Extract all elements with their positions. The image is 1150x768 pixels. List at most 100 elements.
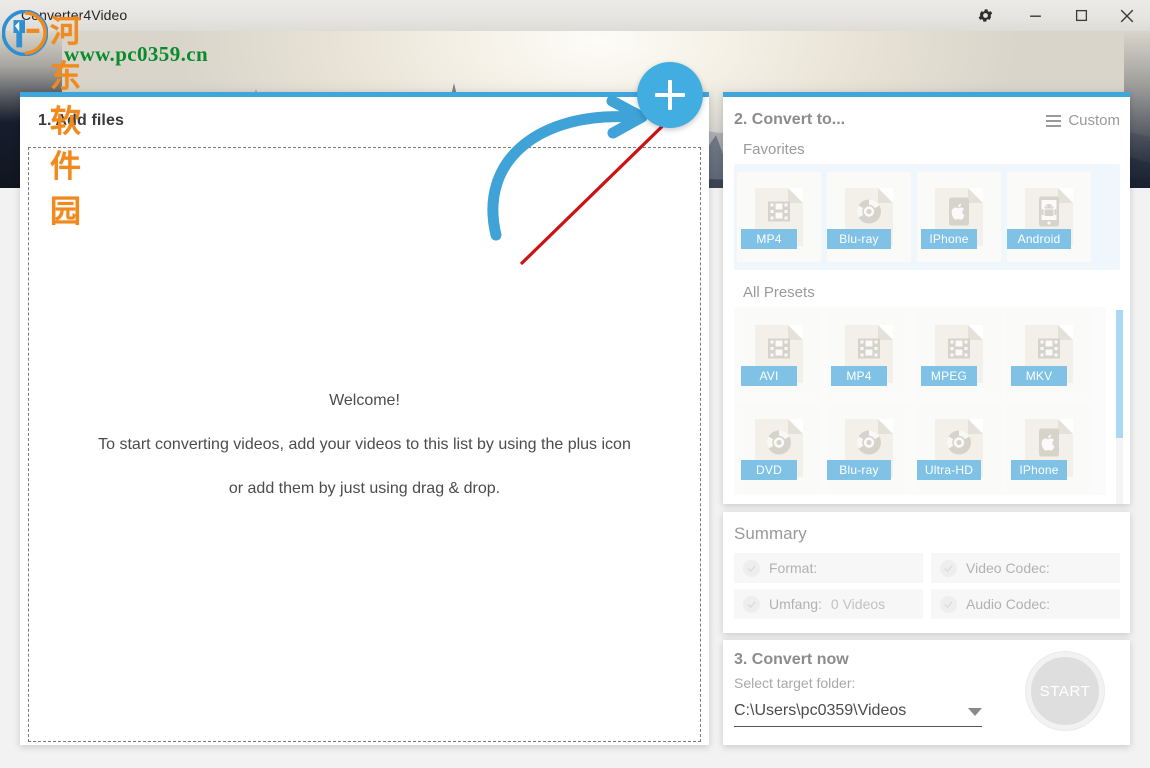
preset-tile-inner: DVD (737, 403, 821, 493)
preset-tile[interactable]: IPhone (1004, 401, 1094, 495)
film-strip-icon (768, 338, 790, 359)
preset-tile-inner: AVI (737, 309, 821, 399)
summary-item-label: Umfang: (769, 596, 822, 612)
hamburger-icon (1046, 114, 1062, 127)
preset-tile-label: MKV (1011, 366, 1067, 386)
summary-item: Format: (734, 553, 923, 583)
preset-tile-inner: Android (1007, 172, 1091, 262)
all-presets-label: All Presets (743, 284, 815, 301)
target-folder-path: C:\Users\pc0359\Videos (734, 702, 907, 719)
welcome-message: Welcome! To start converting videos, add… (98, 392, 631, 498)
summary-item-label: Audio Codec: (966, 596, 1051, 612)
minimize-icon (1029, 15, 1041, 17)
preset-tile-label: MP4 (831, 366, 887, 386)
preset-tile-label: AVI (741, 366, 797, 386)
summary-item: Audio Codec: (931, 589, 1120, 619)
summary-panel: Summary Format: Video Codec: Umfang: 0 Vide… (723, 512, 1130, 633)
presets-scrollbar-thumb[interactable] (1116, 310, 1123, 438)
window-title: Converter4Video (21, 7, 128, 23)
preset-tile-label: Android (1007, 229, 1071, 249)
title-bar: Converter4Video (0, 0, 1150, 31)
summary-item-label: Video Codec: (966, 560, 1050, 576)
summary-item: Video Codec: (931, 553, 1120, 583)
disc-icon (856, 199, 881, 224)
check-circle-icon (743, 595, 760, 613)
welcome-heading: Welcome! (329, 391, 400, 409)
film-strip-icon (858, 338, 880, 359)
preset-tile-inner: MP4 (827, 309, 911, 399)
preset-tile-inner: IPhone (917, 172, 1001, 262)
convert-to-title: 2. Convert to... (734, 111, 846, 128)
preset-tile[interactable]: MP4 (824, 307, 914, 401)
check-circle-icon (743, 559, 760, 577)
summary-item-value: 0 Videos (830, 596, 886, 612)
preset-tile-inner: MKV (1007, 309, 1091, 399)
preset-tile[interactable]: Blu-ray (824, 170, 914, 264)
target-folder-select[interactable]: C:\Users\pc0359\Videos (734, 702, 982, 727)
disc-icon (766, 430, 791, 455)
summary-grid: Format: Video Codec: Umfang: 0 Videos Audio … (723, 544, 1130, 619)
preset-tile-label: Blu-ray (827, 229, 891, 249)
summary-title: Summary (734, 524, 807, 543)
preset-tile[interactable]: AVI (734, 307, 824, 401)
gear-icon (978, 9, 992, 22)
presets-scrollbar[interactable] (1116, 310, 1123, 504)
favorites-tile-group: MP4 Blu-ray IPhone Android (734, 164, 1120, 270)
preset-tile-label: Blu-ray (827, 460, 891, 480)
preset-tile-label: IPhone (921, 229, 977, 249)
film-strip-icon (1038, 338, 1060, 359)
film-strip-icon (768, 201, 790, 222)
custom-preset-menu-button[interactable]: Custom (1046, 112, 1120, 129)
close-icon (1120, 9, 1134, 22)
film-strip-icon (948, 338, 970, 359)
preset-tile-inner: Blu-ray (827, 172, 911, 262)
preset-tile[interactable]: MPEG (914, 307, 1004, 401)
all-presets-tile-group: AVI MP4 MPEG MKV DVD Blu-ray Ultra-HD IPhone (734, 307, 1106, 495)
start-button[interactable]: START (1026, 652, 1104, 730)
preset-tile-label: MPEG (921, 366, 977, 386)
preset-tile-inner: MP4 (737, 172, 821, 262)
welcome-line-3: or add them by just using drag & drop. (228, 479, 501, 497)
preset-tile[interactable]: MKV (1004, 307, 1094, 401)
summary-item-label: Format: (769, 560, 818, 576)
convert-now-panel: 3. Convert now Select target folder: C:\… (723, 640, 1130, 745)
maximize-icon (1075, 9, 1087, 22)
check-circle-icon (940, 559, 957, 577)
all-presets-tiles-row1: AVI MP4 MPEG MKV (734, 307, 1106, 401)
preset-tile-label: DVD (741, 460, 797, 480)
minimize-button[interactable] (1012, 0, 1058, 31)
preset-tile-label: MP4 (741, 229, 797, 249)
custom-label: Custom (1068, 112, 1120, 129)
preset-tile[interactable]: DVD (734, 401, 824, 495)
add-files-title: 1. Add files (38, 112, 124, 129)
apple-device-icon (1039, 428, 1059, 457)
preset-tile-inner: MPEG (917, 309, 1001, 399)
apple-device-icon (949, 197, 969, 226)
preset-tile-inner: Blu-ray (827, 403, 911, 493)
disc-icon (946, 430, 971, 455)
add-files-panel: 1. Add files Welcome! To start convertin… (20, 92, 709, 745)
preset-tile[interactable]: MP4 (734, 170, 824, 264)
summary-item: Umfang: 0 Videos (734, 589, 923, 619)
settings-button[interactable] (958, 0, 1012, 31)
preset-tile[interactable]: IPhone (914, 170, 1004, 264)
preset-tile[interactable]: Android (1004, 170, 1094, 264)
app-window: Converter4Video 河东软件园 www.pc0359.cn 1. A… (0, 0, 1150, 768)
add-files-button[interactable] (637, 62, 703, 128)
android-device-icon (1039, 196, 1059, 227)
preset-tile-inner: IPhone (1007, 403, 1091, 493)
file-dropzone[interactable]: Welcome! To start converting videos, add… (28, 147, 701, 742)
maximize-button[interactable] (1058, 0, 1104, 31)
disc-icon (856, 430, 881, 455)
favorites-label: Favorites (743, 141, 805, 158)
preset-tile-label: Ultra-HD (917, 460, 981, 480)
close-button[interactable] (1104, 0, 1150, 31)
start-button-label: START (1039, 682, 1091, 700)
window-controls (958, 0, 1150, 31)
preset-tile[interactable]: Ultra-HD (914, 401, 1004, 495)
preset-tile-label: IPhone (1011, 460, 1067, 480)
welcome-line-2: To start converting videos, add your vid… (98, 435, 631, 453)
check-circle-icon (940, 595, 957, 613)
preset-tile[interactable]: Blu-ray (824, 401, 914, 495)
convert-to-header: 2. Convert to... Custom (723, 97, 1130, 141)
